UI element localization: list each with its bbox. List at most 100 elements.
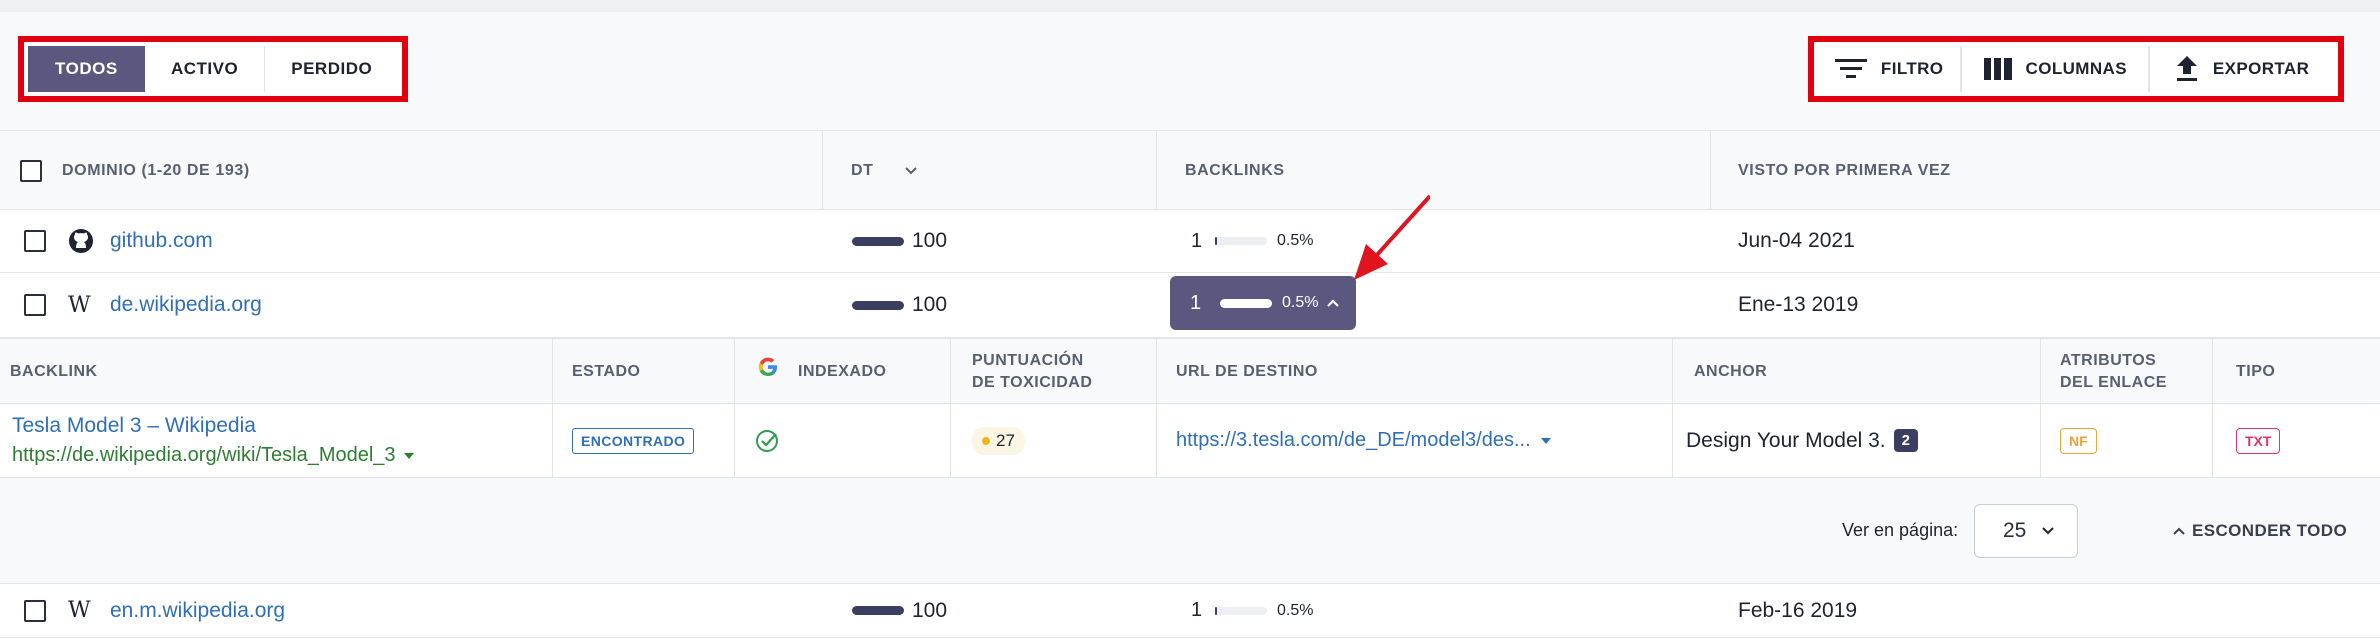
first-seen-date: Feb-16 2019 xyxy=(1738,598,1858,622)
domain-link[interactable]: en.m.wikipedia.org xyxy=(110,599,285,623)
toxicity-badge: 27 xyxy=(972,426,1025,455)
page-size-value: 25 xyxy=(2003,518,2027,542)
column-divider xyxy=(1710,131,1711,211)
dt-value: 100 xyxy=(912,293,948,316)
row-checkbox-cell xyxy=(24,584,46,637)
domain-link[interactable]: github.com xyxy=(110,229,213,253)
select-all-cell xyxy=(20,131,42,211)
wikipedia-icon: W xyxy=(68,292,91,318)
header-domain[interactable]: DOMINIO (1-20 DE 193) xyxy=(62,131,250,211)
chevron-down-icon xyxy=(2042,526,2054,534)
columns-button[interactable]: COLUMNAS xyxy=(1962,46,2151,92)
columns-icon xyxy=(1983,58,2012,80)
page-size-label: Ver en página: xyxy=(1842,520,1959,540)
page-size-select[interactable]: 25 xyxy=(1974,503,2078,558)
export-button[interactable]: EXPORTAR xyxy=(2150,46,2334,92)
column-divider xyxy=(552,339,553,405)
export-label: EXPORTAR xyxy=(2212,59,2310,78)
header-anchor[interactable]: ANCHOR xyxy=(1694,339,1767,405)
filter-activo-button[interactable]: ACTIVO xyxy=(145,46,266,92)
backlinks-toggle-button[interactable]: 1 0.5% xyxy=(1170,276,1356,330)
check-circle-icon xyxy=(756,429,778,452)
column-divider xyxy=(552,404,553,478)
toxicity-dot-icon xyxy=(982,436,990,445)
filter-todos-button[interactable]: TODOS xyxy=(28,46,145,92)
column-divider xyxy=(950,404,951,478)
column-divider xyxy=(950,339,951,405)
nofollow-badge: NF xyxy=(2060,427,2097,454)
dt-value: 100 xyxy=(912,229,948,252)
dt-bar xyxy=(852,236,904,246)
header-first-seen[interactable]: VISTO POR PRIMERA VEZ xyxy=(1738,131,1951,211)
target-url-link[interactable]: https://3.tesla.com/de_DE/model3/des... xyxy=(1176,404,1551,477)
caret-down-icon xyxy=(1540,437,1551,444)
header-indexado[interactable]: INDEXADO xyxy=(756,339,886,405)
backlinks-detail-header: BACKLINK ESTADO INDEXADO PUNTUACIÓN DE T… xyxy=(0,338,2380,405)
table-actions-group: FILTRO COLUMNAS EXPORTAR xyxy=(1808,36,2344,102)
header-target-url[interactable]: URL DE DESTINO xyxy=(1176,339,1318,405)
chevron-up-icon xyxy=(1327,299,1340,307)
target-url: https://3.tesla.com/de_DE/model3/des... xyxy=(1176,429,1531,451)
header-tipo[interactable]: TIPO xyxy=(2236,339,2275,405)
header-backlinks[interactable]: BACKLINKS xyxy=(1185,131,1285,211)
backlinks-bar xyxy=(1215,237,1267,245)
status-filter-group: TODOS ACTIVO PERDIDO xyxy=(18,36,408,102)
column-divider xyxy=(2212,339,2213,405)
top-strip xyxy=(0,0,2380,12)
first-seen-date: Ene-13 2019 xyxy=(1738,293,1859,316)
backlink-title-link[interactable]: Tesla Model 3 – Wikipedia xyxy=(12,414,256,438)
backlink-detail-row: Tesla Model 3 – Wikipedia https://de.wik… xyxy=(0,404,2380,478)
column-divider xyxy=(2040,404,2041,478)
table-header: DOMINIO (1-20 DE 193) DT BACKLINKS VISTO… xyxy=(0,130,2380,211)
row-checkbox-cell xyxy=(24,210,46,272)
backlink-url-link[interactable]: https://de.wikipedia.org/wiki/Tesla_Mode… xyxy=(12,444,414,467)
domain-link[interactable]: de.wikipedia.org xyxy=(110,293,262,317)
github-icon-cell xyxy=(68,210,94,272)
filter-button[interactable]: FILTRO xyxy=(1818,46,1963,92)
row-checkbox[interactable] xyxy=(24,599,46,622)
header-attrs-line-1: ATRIBUTOS xyxy=(2060,352,2157,369)
row-checkbox[interactable] xyxy=(24,294,46,316)
header-dt[interactable]: DT xyxy=(851,131,918,211)
columns-label: COLUMNAS xyxy=(2025,59,2127,78)
table-row: github.com 100 1 0.5% Jun-04 2021 xyxy=(0,210,2380,273)
header-backlink[interactable]: BACKLINK xyxy=(10,339,98,405)
anchor-count-badge[interactable]: 2 xyxy=(1893,429,1918,452)
github-icon xyxy=(69,229,93,253)
row-checkbox[interactable] xyxy=(24,230,46,252)
wikipedia-icon: W xyxy=(68,598,91,623)
header-indexado-label: INDEXADO xyxy=(798,363,887,380)
backlinks-bar xyxy=(1220,298,1272,308)
backlinks-cell[interactable]: 1 0.5% xyxy=(1191,584,1313,637)
hide-all-button[interactable]: ESCONDER TODO xyxy=(2172,478,2347,583)
header-toxicity-line-2: DE TOXICIDAD xyxy=(972,374,1093,391)
pagination-bar: Ver en página: 25 ESCONDER TODO xyxy=(0,478,2380,584)
backlinks-count: 1 xyxy=(1191,599,1203,621)
backlinks-count: 1 xyxy=(1190,291,1202,314)
column-divider xyxy=(1156,339,1157,405)
dt-bar xyxy=(852,300,904,310)
header-link-attributes[interactable]: ATRIBUTOS DEL ENLACE xyxy=(2060,339,2167,405)
backlinks-percent: 0.5% xyxy=(1282,294,1319,311)
status-badge: ENCONTRADO xyxy=(572,427,695,454)
backlink-url: https://de.wikipedia.org/wiki/Tesla_Mode… xyxy=(12,444,396,466)
column-divider xyxy=(734,339,735,405)
backlinks-percent: 0.5% xyxy=(1277,232,1314,249)
column-divider xyxy=(2040,339,2041,405)
filter-label: FILTRO xyxy=(1880,59,1944,78)
header-estado[interactable]: ESTADO xyxy=(572,339,640,405)
filter-lines-icon xyxy=(1834,59,1867,78)
chevron-down-icon xyxy=(904,167,917,175)
column-divider xyxy=(1672,339,1673,405)
row-checkbox-cell xyxy=(24,273,46,337)
column-divider xyxy=(1156,131,1157,211)
column-divider xyxy=(1156,404,1157,478)
column-divider xyxy=(822,131,823,211)
table-row: W en.m.wikipedia.org 100 1 0.5% Feb-16 2… xyxy=(0,584,2380,638)
backlinks-cell[interactable]: 1 0.5% xyxy=(1191,210,1313,272)
header-dt-label: DT xyxy=(851,162,874,179)
select-all-checkbox[interactable] xyxy=(20,160,42,182)
column-divider xyxy=(1672,404,1673,478)
header-toxicity[interactable]: PUNTUACIÓN DE TOXICIDAD xyxy=(972,339,1092,405)
filter-perdido-button[interactable]: PERDIDO xyxy=(265,46,398,92)
